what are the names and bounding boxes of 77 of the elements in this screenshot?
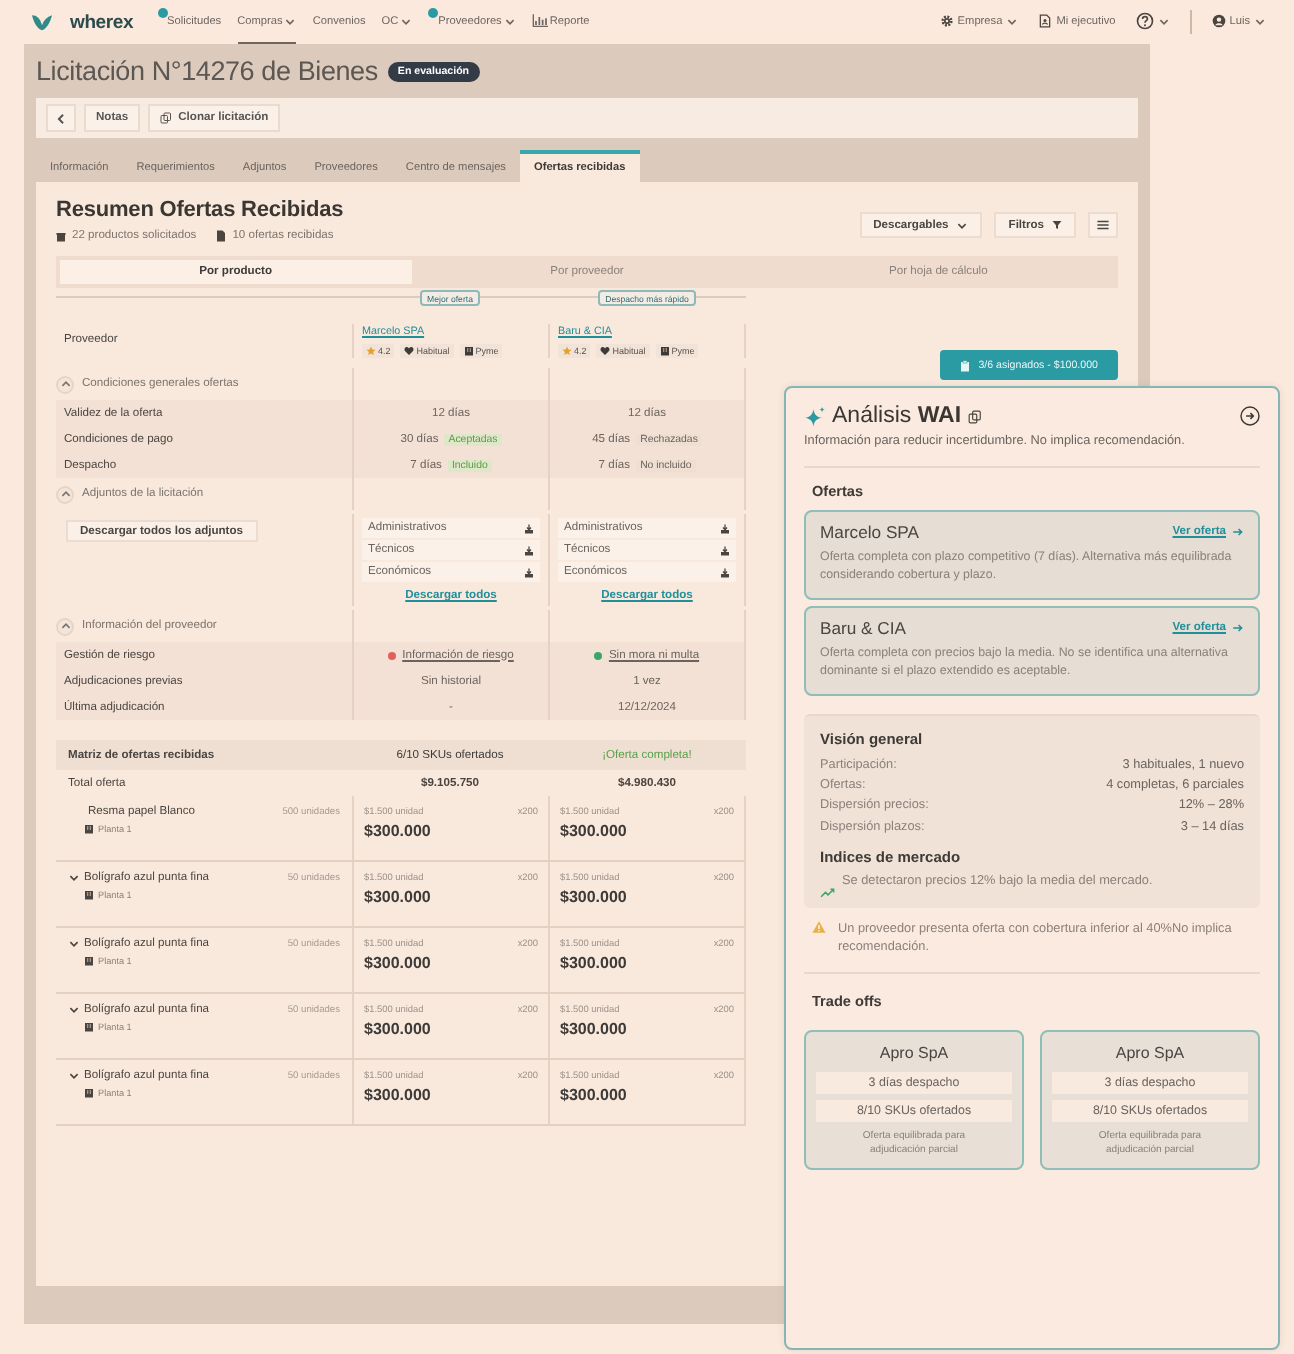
chevron-up-icon xyxy=(59,488,71,500)
collapse-button[interactable] xyxy=(1240,406,1260,426)
download-icon xyxy=(524,567,534,577)
brand-logo[interactable]: wherex xyxy=(70,11,134,33)
offer-total: $300.000 xyxy=(364,822,433,840)
sparkle-icon xyxy=(804,405,826,427)
offer-total: $300.000 xyxy=(364,888,433,906)
offer-total: $300.000 xyxy=(560,954,629,972)
heart-icon xyxy=(404,345,415,355)
notification-dot xyxy=(157,8,168,18)
star-icon xyxy=(366,345,376,355)
logo-icon[interactable] xyxy=(30,12,54,32)
star-icon xyxy=(562,345,572,355)
supplier-name: Apro SpA xyxy=(1113,1044,1187,1063)
chevron-up-icon xyxy=(59,378,71,390)
building-icon xyxy=(84,890,94,900)
download-icon xyxy=(720,567,730,577)
offer-total: $300.000 xyxy=(560,1086,629,1104)
gear-icon xyxy=(939,14,954,28)
offer-total: $300.000 xyxy=(364,1020,433,1038)
user-icon xyxy=(1211,14,1226,28)
building-icon xyxy=(84,1088,94,1098)
trend-up-icon xyxy=(820,887,836,898)
warning-icon xyxy=(812,919,826,934)
download-icon xyxy=(524,545,534,555)
clipboard-icon xyxy=(960,359,971,371)
supplier-name: Baru & CIA xyxy=(820,617,906,638)
download-icon xyxy=(720,523,730,533)
caret-icon xyxy=(1254,15,1266,27)
help-icon xyxy=(1135,12,1154,30)
building-icon xyxy=(659,345,670,355)
chevron-up-icon xyxy=(59,620,71,632)
offer-total: $300.000 xyxy=(560,1020,629,1038)
heart-icon xyxy=(600,345,611,355)
building-icon xyxy=(84,956,94,966)
offer-total: $300.000 xyxy=(364,1086,433,1104)
building-icon xyxy=(84,824,94,834)
chevron-down-icon[interactable] xyxy=(68,872,80,884)
menu-button[interactable] xyxy=(1088,212,1118,238)
caret-icon xyxy=(1157,15,1170,27)
section-title: Resumen Ofertas Recibidas xyxy=(56,198,344,222)
copy-icon xyxy=(160,112,173,124)
supplier-name: Apro SpA xyxy=(877,1044,951,1063)
caret-icon xyxy=(284,15,297,27)
back-button[interactable] xyxy=(46,104,76,132)
caret-icon xyxy=(1006,15,1019,27)
page-title: Licitación N°14276 de Bienes xyxy=(36,56,378,86)
document-icon xyxy=(1038,14,1053,28)
building-icon xyxy=(84,1022,94,1032)
caret-icon xyxy=(956,219,969,231)
toggle-button[interactable] xyxy=(56,375,74,393)
box-icon xyxy=(56,231,66,241)
offer-total: $300.000 xyxy=(560,822,629,840)
chevron-left-icon xyxy=(54,111,68,125)
offer-total: $300.000 xyxy=(560,888,629,906)
caret-icon xyxy=(503,15,516,27)
caret-icon xyxy=(400,15,413,27)
chevron-down-icon[interactable] xyxy=(68,1070,80,1082)
document-icon xyxy=(216,230,227,242)
copy-icon[interactable] xyxy=(967,409,982,423)
toggle-button[interactable] xyxy=(56,617,74,635)
chevron-down-icon[interactable] xyxy=(68,1004,80,1016)
arrow-right-icon xyxy=(1232,621,1244,634)
supplier-name: Marcelo SPA xyxy=(820,521,920,542)
chart-icon xyxy=(531,14,548,28)
chevron-down-icon[interactable] xyxy=(68,938,80,950)
offer-total: $300.000 xyxy=(364,954,433,972)
arrow-right-icon xyxy=(1240,406,1260,426)
download-icon xyxy=(720,545,730,555)
toggle-button[interactable] xyxy=(56,485,74,503)
filter-icon xyxy=(1052,220,1062,230)
notification-dot xyxy=(428,8,439,18)
building-icon xyxy=(463,345,474,355)
download-icon xyxy=(524,523,534,533)
menu-icon xyxy=(1096,218,1110,232)
arrow-right-icon xyxy=(1232,525,1244,538)
panel-title: Análisis WAI xyxy=(832,404,962,428)
